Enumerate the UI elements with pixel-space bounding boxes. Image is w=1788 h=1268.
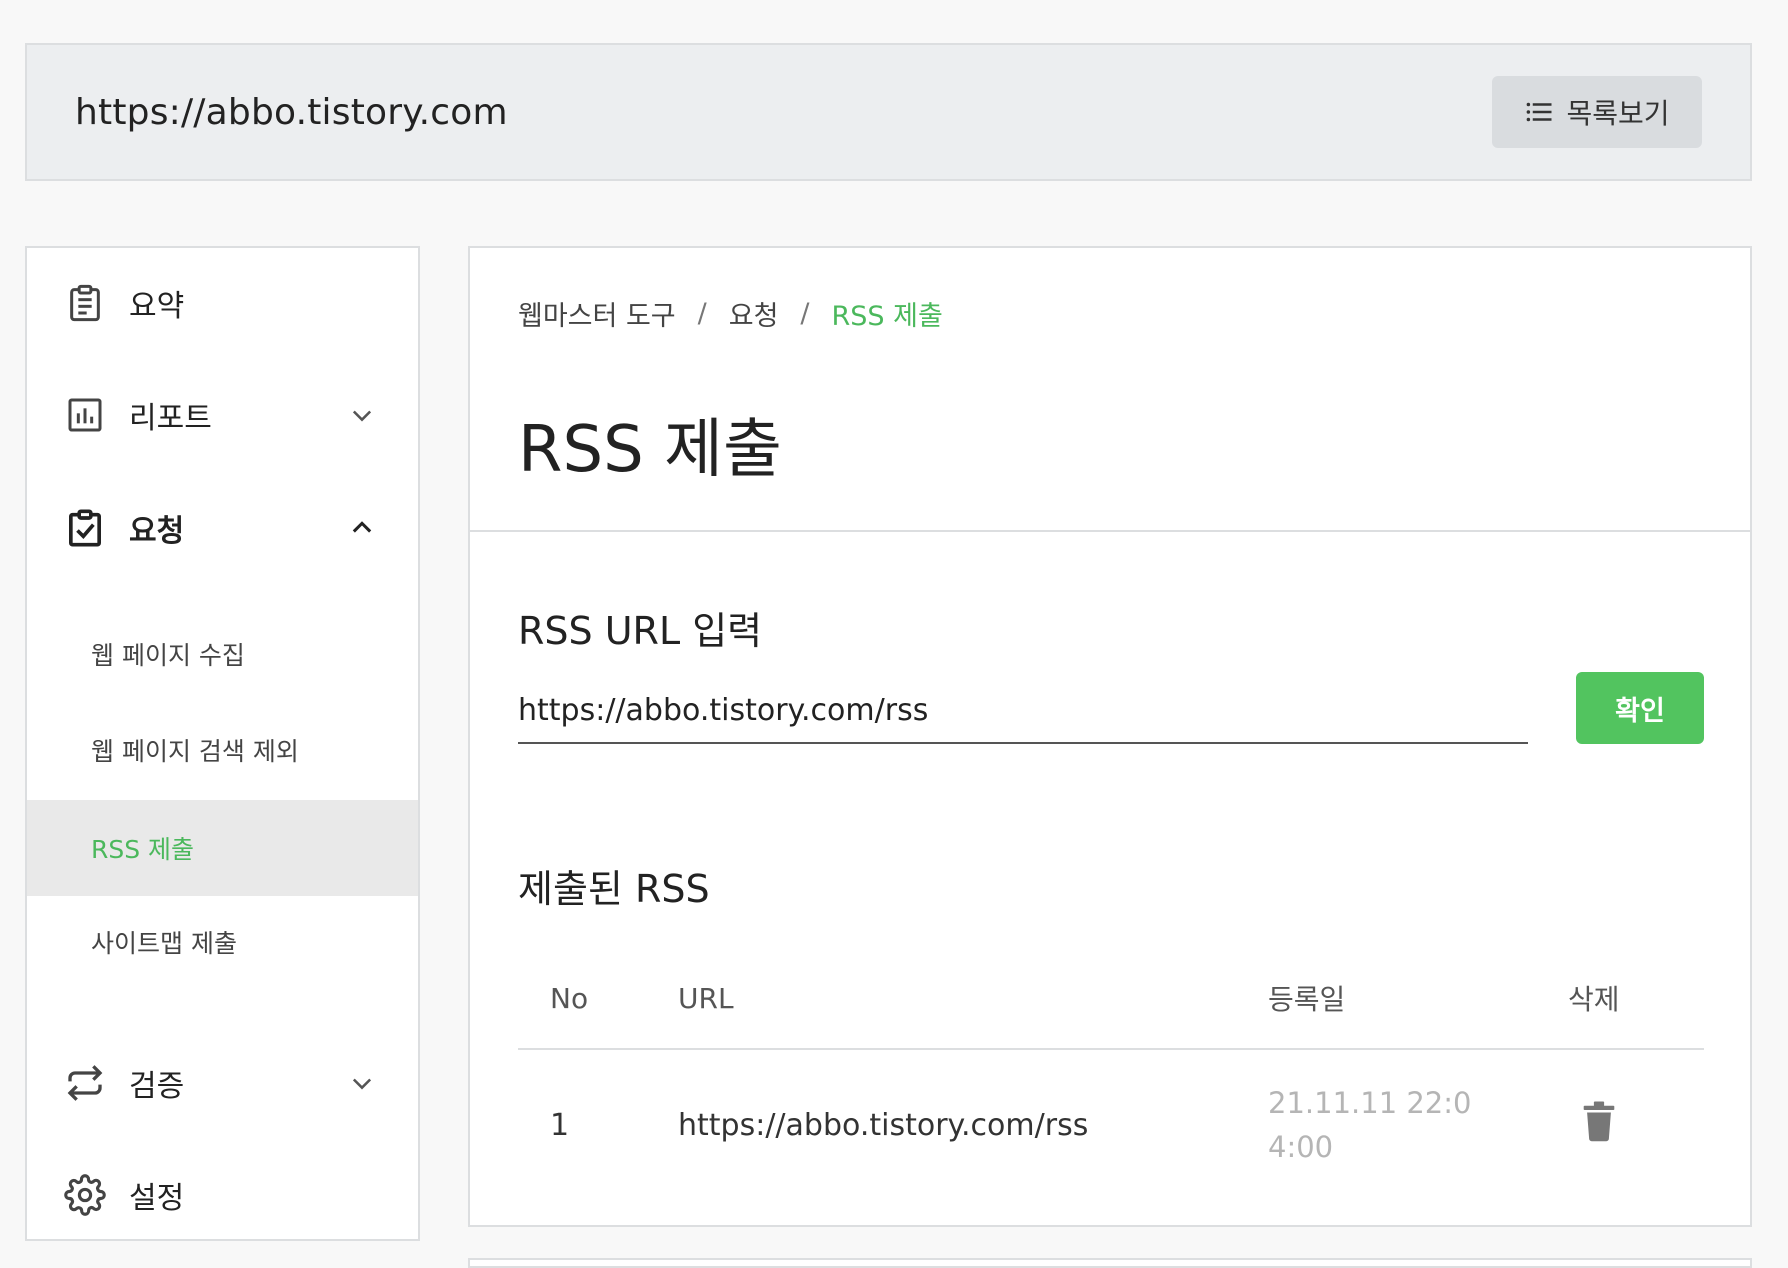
repeat-icon bbox=[63, 1061, 107, 1105]
main-panel: 웹마스터 도구 / 요청 / RSS 제출 RSS 제출 RSS URL 입력 … bbox=[468, 246, 1752, 1227]
site-header: https://abbo.tistory.com 목록보기 bbox=[25, 43, 1752, 181]
site-url: https://abbo.tistory.com bbox=[75, 91, 508, 133]
sidebar-subitem-web-page-crawl[interactable]: 웹 페이지 수집 bbox=[27, 606, 418, 702]
row-number: 1 bbox=[550, 1107, 570, 1143]
sidebar-item-label: 리포트 bbox=[129, 401, 212, 436]
sidebar-item-settings[interactable]: 설정 bbox=[27, 1155, 418, 1235]
gear-icon bbox=[63, 1173, 107, 1217]
submitted-rss-table: No URL 등록일 삭제 1 https://abbo.tistory.com… bbox=[518, 948, 1704, 1200]
breadcrumb: 웹마스터 도구 / 요청 / RSS 제출 bbox=[518, 294, 943, 333]
list-view-button[interactable]: 목록보기 bbox=[1492, 76, 1702, 148]
sidebar-item-request[interactable]: 요청 bbox=[27, 488, 418, 568]
sidebar-item-report[interactable]: 리포트 bbox=[27, 375, 418, 455]
next-panel-edge bbox=[468, 1258, 1752, 1268]
confirm-button[interactable]: 확인 bbox=[1576, 672, 1704, 744]
row-url: https://abbo.tistory.com/rss bbox=[678, 1107, 1089, 1143]
list-view-label: 목록보기 bbox=[1566, 97, 1670, 130]
chevron-down-icon bbox=[352, 410, 372, 422]
bar-chart-icon bbox=[63, 393, 107, 437]
column-header-date: 등록일 bbox=[1268, 983, 1346, 1016]
sidebar-subitem-sitemap-submit[interactable]: 사이트맵 제출 bbox=[27, 894, 418, 990]
page-title: RSS 제출 bbox=[518, 413, 782, 487]
breadcrumb-separator: / bbox=[697, 298, 707, 329]
rss-input-section-title: RSS URL 입력 bbox=[518, 609, 763, 653]
rss-url-input[interactable] bbox=[518, 678, 1528, 744]
column-header-delete: 삭제 bbox=[1568, 983, 1620, 1016]
submitted-rss-title: 제출된 RSS bbox=[518, 867, 710, 911]
sidebar-item-label: 요약 bbox=[129, 289, 185, 324]
table-header: No URL 등록일 삭제 bbox=[518, 948, 1704, 1050]
breadcrumb-separator: / bbox=[800, 298, 810, 329]
sidebar: 요약 리포트 요청 웹 페이지 수집 웹 페이지 검색 제외 RSS 제출 사이… bbox=[25, 246, 420, 1241]
row-date: 21.11.11 22:04:00 bbox=[1268, 1086, 1472, 1164]
breadcrumb-parent[interactable]: 요청 bbox=[729, 294, 779, 333]
column-header-url: URL bbox=[678, 981, 734, 1015]
list-icon bbox=[1527, 102, 1552, 122]
sidebar-item-label: 검증 bbox=[129, 1069, 185, 1104]
page-header: 웹마스터 도구 / 요청 / RSS 제출 RSS 제출 bbox=[470, 248, 1750, 532]
chevron-down-icon bbox=[352, 1078, 372, 1090]
table-row: 1 https://abbo.tistory.com/rss 21.11.11 … bbox=[518, 1050, 1704, 1200]
breadcrumb-current: RSS 제출 bbox=[831, 301, 943, 332]
breadcrumb-root[interactable]: 웹마스터 도구 bbox=[518, 294, 676, 333]
sidebar-item-label: 요청 bbox=[129, 514, 185, 549]
chevron-up-icon bbox=[352, 521, 372, 533]
sidebar-item-verify[interactable]: 검증 bbox=[27, 1043, 418, 1123]
sidebar-subitem-web-page-exclude[interactable]: 웹 페이지 검색 제외 bbox=[27, 702, 418, 798]
sidebar-subitem-rss-submit[interactable]: RSS 제출 bbox=[27, 800, 418, 896]
delete-button[interactable] bbox=[1582, 1100, 1616, 1150]
column-header-no: No bbox=[550, 981, 589, 1015]
sidebar-item-summary[interactable]: 요약 bbox=[27, 263, 418, 343]
trash-icon bbox=[1583, 1101, 1615, 1142]
clipboard-icon bbox=[63, 281, 107, 325]
sidebar-item-label: 설정 bbox=[129, 1181, 185, 1216]
clipboard-check-icon bbox=[63, 506, 107, 550]
